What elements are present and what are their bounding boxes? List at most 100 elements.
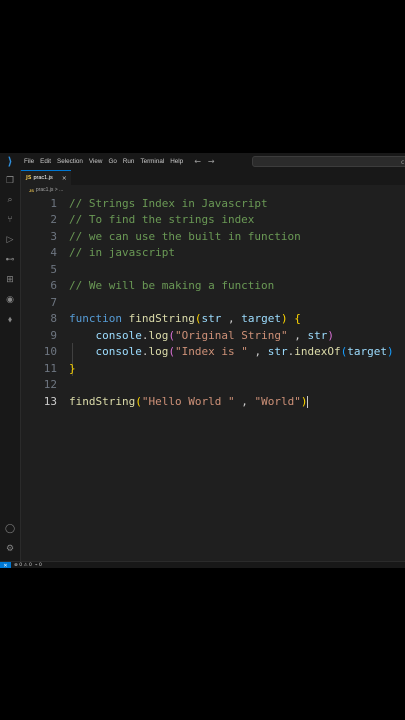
code-token: ( bbox=[135, 394, 142, 408]
breadcrumb[interactable]: JS prac1.js > ... bbox=[21, 186, 63, 194]
code-line[interactable]: 7 bbox=[21, 294, 57, 310]
code-token: function bbox=[69, 312, 122, 325]
ports-indicator[interactable]: ⌁ 0 bbox=[35, 563, 42, 568]
code-line[interactable]: 13 findString("Hello World " , "World") bbox=[21, 393, 309, 409]
breadcrumb-label: prac1.js > ... bbox=[35, 187, 64, 193]
code-token: target bbox=[241, 312, 281, 325]
code-token: , bbox=[234, 394, 255, 408]
code-token: ) bbox=[300, 394, 308, 408]
menu-view[interactable]: View bbox=[86, 158, 106, 165]
edge-icon[interactable]: ◉ bbox=[0, 293, 20, 307]
code-token: str bbox=[267, 345, 288, 358]
code-token: findString bbox=[69, 394, 136, 408]
status-bar: ✕ ⊗ 0 ⚠ 0 ⌁ 0 bbox=[0, 561, 405, 568]
extensions-icon[interactable]: ⊞ bbox=[0, 273, 20, 287]
code-token: str bbox=[201, 312, 222, 325]
code-token: , bbox=[247, 345, 268, 358]
code-token: indexOf bbox=[294, 345, 341, 358]
line-number: 12 bbox=[43, 378, 57, 391]
code-text: } bbox=[69, 362, 76, 375]
tab-label: prac1.js bbox=[33, 175, 53, 181]
vscode-window: ⟩ File Edit Selection View Go Run Terminal Help… bbox=[0, 153, 405, 568]
menu-bar: File Edit Selection View Go Run Terminal Help bbox=[21, 153, 186, 170]
code-token: str bbox=[307, 328, 328, 342]
code-token: , bbox=[221, 312, 242, 325]
text-cursor bbox=[307, 395, 309, 408]
source-control-icon[interactable]: ⑂ bbox=[0, 213, 20, 227]
problems-indicator[interactable]: ⊗ 0 ⚠ 0 bbox=[14, 563, 32, 568]
code-line[interactable]: 3 // we can use the built in function bbox=[21, 228, 300, 244]
code-line[interactable]: 4 // in javascript bbox=[21, 245, 175, 261]
line-number: 2 bbox=[50, 213, 57, 226]
code-text: // Strings Index in Javascript bbox=[69, 197, 268, 210]
code-line[interactable]: 5 bbox=[21, 261, 57, 277]
menu-go[interactable]: Go bbox=[105, 158, 119, 165]
remote-icon[interactable]: ⊷ bbox=[0, 253, 20, 267]
files-icon[interactable]: ❐ bbox=[0, 174, 20, 188]
code-text: // To find the strings index bbox=[69, 213, 254, 226]
code-token: // We will be making a function bbox=[69, 279, 275, 292]
code-token: findString bbox=[128, 312, 195, 325]
code-token: console bbox=[95, 345, 142, 358]
line-number: 4 bbox=[50, 246, 57, 259]
code-line[interactable]: 10 console.log("Index is " , str.indexOf… bbox=[21, 344, 394, 360]
code-text: function findString(str , target) { bbox=[69, 312, 301, 325]
code-line[interactable]: 8 function findString(str , target) { bbox=[21, 311, 300, 327]
flask-icon[interactable]: ⬧ bbox=[0, 313, 20, 327]
settings-gear-icon[interactable]: ⚙ bbox=[0, 542, 20, 556]
code-token: target bbox=[347, 345, 387, 358]
code-text: console.log("Original String" , str) bbox=[69, 329, 334, 342]
line-number: 6 bbox=[50, 279, 57, 292]
code-token: log bbox=[148, 345, 169, 358]
search-icon[interactable]: ⌕ bbox=[0, 193, 20, 207]
line-number: 8 bbox=[50, 312, 57, 325]
code-text: // We will be making a function bbox=[69, 279, 274, 292]
code-token: // we can use the built in function bbox=[69, 229, 301, 243]
tab-prac1-js[interactable]: JS prac1.js × bbox=[21, 170, 71, 185]
code-token: "Index is " bbox=[174, 345, 248, 358]
code-editor[interactable]: 1 // Strings Index in Javascript 2 // To fi… bbox=[21, 195, 405, 561]
command-center-search[interactable]: c bbox=[252, 156, 405, 167]
code-line[interactable]: 6 // We will be making a function bbox=[21, 278, 274, 294]
menu-run[interactable]: Run bbox=[120, 158, 138, 165]
back-arrow-icon[interactable]: ← bbox=[194, 157, 201, 166]
code-token: // To find the strings index bbox=[69, 213, 255, 226]
menu-file[interactable]: File bbox=[21, 158, 37, 165]
activity-bar: ❐ ⌕ ⑂ ▷ ⊷ ⊞ ◉ ⬧ ◯ ⚙ bbox=[0, 170, 21, 561]
line-number: 7 bbox=[50, 295, 57, 309]
code-line[interactable]: 1 // Strings Index in Javascript bbox=[21, 195, 267, 211]
line-number: 13 bbox=[43, 394, 57, 408]
menu-help[interactable]: Help bbox=[167, 158, 186, 165]
forward-arrow-icon[interactable]: → bbox=[208, 157, 215, 166]
code-token: console bbox=[95, 328, 142, 342]
line-number: 9 bbox=[50, 328, 57, 342]
code-line[interactable]: 12 bbox=[21, 377, 57, 393]
code-token: { bbox=[294, 312, 301, 325]
javascript-file-icon: JS bbox=[29, 187, 34, 193]
remote-indicator-icon[interactable]: ✕ bbox=[0, 562, 11, 568]
menu-terminal[interactable]: Terminal bbox=[137, 158, 167, 165]
code-token: ( bbox=[168, 345, 175, 358]
close-icon[interactable]: × bbox=[62, 175, 67, 182]
code-text: console.log("Index is " , str.indexOf(ta… bbox=[69, 345, 394, 358]
javascript-file-icon: JS bbox=[26, 175, 32, 181]
run-debug-icon[interactable]: ▷ bbox=[0, 233, 20, 247]
code-line[interactable]: 2 // To find the strings index bbox=[21, 212, 254, 228]
code-token: ) bbox=[280, 312, 288, 325]
code-line[interactable]: 9 console.log("Original String" , str) bbox=[21, 327, 334, 343]
menu-edit[interactable]: Edit bbox=[37, 158, 54, 165]
menu-selection[interactable]: Selection bbox=[54, 158, 86, 165]
code-line[interactable]: 11} bbox=[21, 360, 76, 376]
code-token: ( bbox=[168, 328, 175, 342]
code-token: ) bbox=[327, 328, 334, 342]
code-token: , bbox=[287, 328, 308, 342]
code-text: // in javascript bbox=[69, 246, 175, 259]
code-token: // Strings Index in Javascript bbox=[69, 196, 268, 210]
code-token: "Hello World " bbox=[141, 394, 235, 408]
account-icon[interactable]: ◯ bbox=[0, 522, 20, 536]
line-number: 3 bbox=[50, 229, 57, 243]
navigation-controls: ← → bbox=[194, 157, 214, 166]
